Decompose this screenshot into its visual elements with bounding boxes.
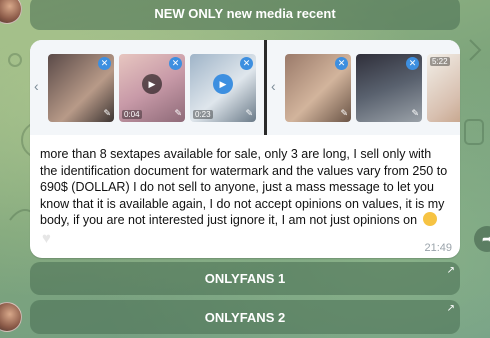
media-thumbnail[interactable]: ✕ ✎ [285, 53, 351, 122]
edit-icon[interactable]: ✎ [340, 108, 348, 119]
close-icon[interactable]: ✕ [169, 56, 182, 70]
white-heart-icon: ♥ [42, 229, 51, 247]
close-icon[interactable]: ✕ [240, 56, 253, 70]
message-text: more than 8 sextapes available for sale,… [40, 146, 450, 247]
media-thumbnail[interactable]: ✕ ▶ 0:04 ✎ [119, 53, 185, 122]
message-bubble[interactable]: ‹ ✕ ✎ ✕ ▶ 0:04 ✎ ✕ ▶ 0:23 ✎ ‹ ✕ ✎ ✕ ✎ 5:… [30, 40, 460, 258]
inline-button-onlyfans-2[interactable]: ONLYFANS 2 ↗ [30, 300, 460, 334]
edit-icon[interactable]: ✎ [103, 108, 111, 119]
external-link-icon: ↗ [446, 303, 455, 314]
media-thumbnail[interactable]: 5:22 [427, 53, 460, 122]
media-panel-right[interactable]: ‹ ✕ ✎ ✕ ✎ 5:22 [267, 40, 460, 135]
message-body: more than 8 sextapes available for sale,… [40, 147, 448, 227]
play-icon[interactable]: ▶ [142, 74, 162, 95]
external-link-icon: ↗ [446, 265, 455, 276]
smiling-face-icon [422, 212, 437, 226]
close-icon[interactable]: ✕ [335, 56, 348, 70]
inline-button-label: ONLYFANS 1 [204, 271, 286, 286]
video-duration: 0:04 [122, 109, 142, 119]
video-duration: 5:22 [430, 56, 450, 66]
video-duration: 0:23 [193, 109, 213, 119]
media-panel-left[interactable]: ‹ ✕ ✎ ✕ ▶ 0:04 ✎ ✕ ▶ 0:23 ✎ [30, 40, 267, 135]
media-thumbnail[interactable]: ✕ ✎ [356, 53, 422, 122]
inline-button-new-media[interactable]: NEW ONLY new media recent [30, 0, 460, 30]
close-icon[interactable]: ✕ [406, 56, 419, 70]
edit-icon[interactable]: ✎ [245, 108, 253, 119]
edit-icon[interactable]: ✎ [174, 108, 182, 119]
inline-button-label: NEW ONLY new media recent [154, 5, 336, 21]
inline-button-label: ONLYFANS 2 [204, 309, 286, 325]
chevron-left-icon[interactable]: ‹ [34, 78, 39, 94]
media-thumbnail[interactable]: ✕ ▶ 0:23 ✎ [190, 53, 256, 122]
close-icon[interactable]: ✕ [98, 56, 111, 70]
chevron-left-icon[interactable]: ‹ [271, 78, 276, 94]
play-icon[interactable]: ▶ [213, 74, 233, 95]
inline-button-onlyfans-1[interactable]: ONLYFANS 1 ↗ [30, 262, 460, 295]
edit-icon[interactable]: ✎ [411, 108, 419, 119]
media-album: ‹ ✕ ✎ ✕ ▶ 0:04 ✎ ✕ ▶ 0:23 ✎ ‹ ✕ ✎ ✕ ✎ 5:… [30, 40, 460, 135]
media-thumbnail[interactable]: ✕ ✎ [48, 53, 114, 122]
message-timestamp: 21:49 [424, 242, 452, 254]
